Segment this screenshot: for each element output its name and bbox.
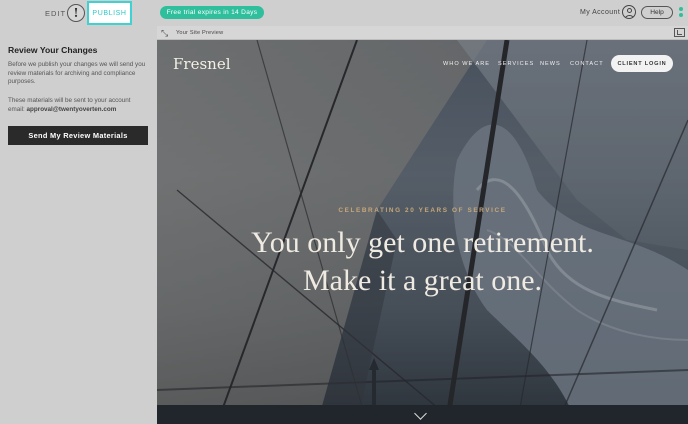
panel-email-text: These materials will be sent to your acc… xyxy=(8,97,131,113)
edit-tab[interactable]: EDIT xyxy=(45,9,66,18)
site-preview: ⤡ Your Site Preview Fresnel WHO WE ARE S… xyxy=(157,26,688,424)
user-icon[interactable] xyxy=(622,5,636,19)
hero-headline: You only get one retirement. Make it a g… xyxy=(157,224,688,300)
headline-line-2: Make it a great one. xyxy=(302,264,543,297)
nav-who-we-are[interactable]: WHO WE ARE xyxy=(443,61,490,67)
trial-badge[interactable]: Free trial expires in 14 Days xyxy=(160,6,264,19)
alert-icon[interactable]: ! xyxy=(67,4,85,22)
hero-section: Fresnel WHO WE ARE SERVICES NEWS CONTACT… xyxy=(157,40,688,424)
my-account-link[interactable]: My Account xyxy=(580,9,620,16)
send-review-materials-button[interactable]: Send My Review Materials xyxy=(8,125,148,145)
hero-tagline: CELEBRATING 20 YEARS OF SERVICE xyxy=(338,207,507,214)
nav-contact[interactable]: CONTACT xyxy=(570,61,604,67)
publish-tab[interactable]: PUBLISH xyxy=(87,1,132,25)
help-button[interactable]: Help xyxy=(641,6,673,19)
top-toolbar: EDIT ! PUBLISH Free trial expires in 14 … xyxy=(0,0,688,26)
panel-intro-text: Before we publish your changes we will s… xyxy=(8,61,146,86)
headline-line-1: You only get one retirement. xyxy=(251,226,594,259)
preview-header: ⤡ Your Site Preview xyxy=(157,26,688,40)
client-login-button[interactable]: CLIENT LOGIN xyxy=(611,55,673,72)
status-dots-icon xyxy=(679,7,684,19)
account-email: approval@twentyoverten.com xyxy=(26,105,117,113)
review-panel: Review Your Changes Before we publish yo… xyxy=(0,26,157,424)
nav-services[interactable]: SERVICES xyxy=(498,61,534,67)
panel-title: Review Your Changes xyxy=(8,45,98,55)
site-logo[interactable]: Fresnel xyxy=(173,55,231,73)
expand-icon[interactable] xyxy=(674,28,685,37)
preview-label: Your Site Preview xyxy=(176,30,224,36)
collapse-icon[interactable]: ⤡ xyxy=(161,28,168,38)
nav-news[interactable]: NEWS xyxy=(540,61,561,67)
